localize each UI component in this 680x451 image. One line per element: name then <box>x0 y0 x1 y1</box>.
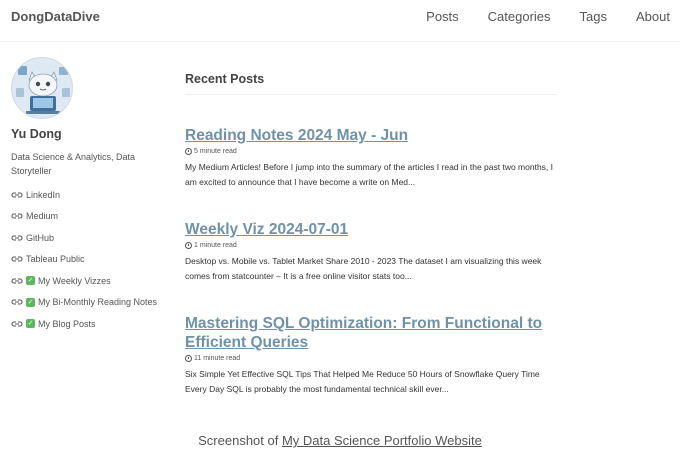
link-label: My Bi-Monthly Reading Notes <box>38 297 158 308</box>
check-mark-icon: ✓ <box>26 297 35 307</box>
nav-posts[interactable]: Posts <box>426 9 459 24</box>
clock-icon <box>185 355 192 362</box>
post-excerpt: Desktop vs. Mobile vs. Tablet Market Sha… <box>185 256 542 281</box>
section-title: Recent Posts <box>185 72 557 95</box>
nav-categories[interactable]: Categories <box>488 9 551 24</box>
author-bio: Data Science & Analytics, Data Storytell… <box>11 152 136 176</box>
social-links: LinkedIn Medium GitHub Tableau Public ✓ … <box>11 184 176 335</box>
post-meta: 11 minute read <box>185 355 557 362</box>
read-time: 5 minute read <box>194 148 237 155</box>
link-icon <box>11 321 23 327</box>
post-title-link[interactable]: Weekly Viz 2024-07-01 <box>185 220 557 239</box>
site-header: DongDataDive Posts Categories Tags About <box>0 0 680 42</box>
post-excerpt: My Medium Articles! Before I jump into t… <box>185 162 554 187</box>
link-label: My Blog Posts <box>38 318 96 329</box>
main-nav: Posts Categories Tags About <box>397 9 670 24</box>
read-time: 11 minute read <box>194 355 241 362</box>
link-weekly-vizzes[interactable]: ✓ My Weekly Vizzes <box>11 270 176 292</box>
link-linkedin[interactable]: LinkedIn <box>11 184 176 206</box>
post-excerpt: Six Simple Yet Effective SQL Tips That H… <box>185 369 540 394</box>
post-item: Reading Notes 2024 May - Jun 5 minute re… <box>185 126 557 189</box>
check-mark-icon: ✓ <box>26 319 35 329</box>
post-title-link[interactable]: Mastering SQL Optimization: From Functio… <box>185 314 557 352</box>
read-time: 1 minute read <box>194 242 237 249</box>
link-medium[interactable]: Medium <box>11 206 176 228</box>
main-content: Recent Posts Reading Notes 2024 May - Ju… <box>185 72 557 396</box>
caption-prefix: Screenshot of <box>198 433 282 448</box>
link-icon <box>11 235 23 241</box>
link-icon <box>11 192 23 198</box>
link-icon <box>11 213 23 219</box>
link-label: Tableau Public <box>26 254 85 265</box>
link-icon <box>11 299 23 305</box>
site-title[interactable]: DongDataDive <box>11 9 100 24</box>
link-label: My Weekly Vizzes <box>38 275 111 286</box>
link-label: GitHub <box>26 232 55 243</box>
link-blog-posts[interactable]: ✓ My Blog Posts <box>11 313 176 335</box>
nav-tags[interactable]: Tags <box>580 9 607 24</box>
check-mark-icon: ✓ <box>26 276 35 286</box>
link-icon <box>11 278 23 284</box>
author-name: Yu Dong <box>11 127 62 141</box>
link-label: Medium <box>26 211 59 222</box>
post-item: Weekly Viz 2024-07-01 1 minute read Desk… <box>185 220 557 283</box>
link-tableau-public[interactable]: Tableau Public <box>11 249 176 271</box>
image-caption: Screenshot of My Data Science Portfolio … <box>0 433 680 448</box>
link-label: LinkedIn <box>26 189 61 200</box>
author-sidebar: Yu Dong Data Science & Analytics, Data S… <box>11 57 176 335</box>
link-reading-notes[interactable]: ✓ My Bi-Monthly Reading Notes <box>11 292 176 314</box>
post-meta: 5 minute read <box>185 148 557 155</box>
link-icon <box>11 256 23 262</box>
post-meta: 1 minute read <box>185 242 557 249</box>
nav-about[interactable]: About <box>636 9 670 24</box>
robot-avatar-icon <box>16 66 70 114</box>
link-github[interactable]: GitHub <box>11 227 176 249</box>
robot-avatar <box>11 57 73 119</box>
portfolio-website-link[interactable]: My Data Science Portfolio Website <box>282 433 482 448</box>
clock-icon <box>185 242 192 249</box>
post-item: Mastering SQL Optimization: From Functio… <box>185 314 557 396</box>
post-title-link[interactable]: Reading Notes 2024 May - Jun <box>185 126 557 145</box>
clock-icon <box>185 148 192 155</box>
